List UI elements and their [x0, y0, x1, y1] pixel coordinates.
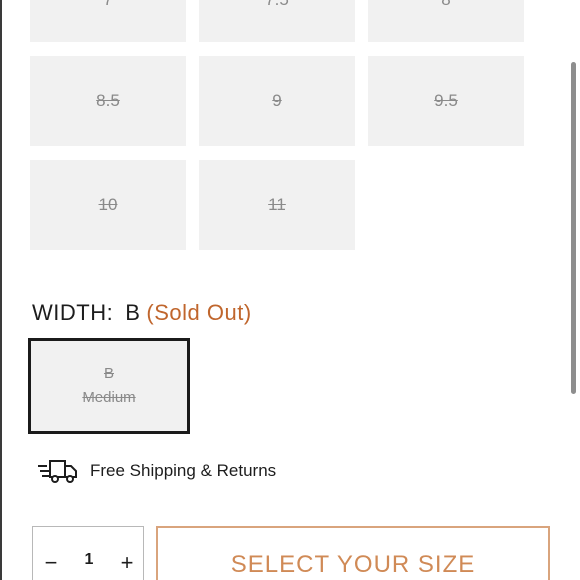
size-option-8-5[interactable]: 8.5 [30, 56, 186, 146]
shipping-info: Free Shipping & Returns [38, 458, 276, 484]
decrease-quantity-button[interactable]: − [37, 549, 65, 577]
width-label: WIDTH: [32, 300, 114, 325]
size-option-9-5[interactable]: 9.5 [368, 56, 524, 146]
width-option-code: B [103, 365, 114, 382]
product-options-panel: 7 7.5 8 8.5 9 9.5 10 11 WIDTH:B(Sold Out… [0, 0, 580, 580]
increase-quantity-button[interactable]: + [113, 549, 141, 577]
size-option-label: 8.5 [96, 91, 120, 110]
quantity-stepper: − 1 + [32, 526, 144, 580]
plus-icon: + [120, 550, 134, 575]
width-heading: WIDTH: B (Sold Out) [32, 300, 252, 326]
size-option-label: 7 [103, 0, 112, 10]
width-selected-value: B [125, 300, 141, 325]
delivery-truck-icon [38, 460, 77, 483]
width-option-b-medium[interactable]: B Medium [28, 338, 190, 434]
quantity-input[interactable]: 1 [73, 551, 105, 569]
size-option-label: 7.5 [265, 0, 289, 10]
select-size-button[interactable]: SELECT YOUR SIZE [156, 526, 550, 580]
size-option-label: 8 [441, 0, 450, 10]
size-option-11[interactable]: 11 [199, 160, 355, 250]
select-size-label: SELECT YOUR SIZE [230, 551, 476, 578]
size-option-8[interactable]: 8 [368, 0, 524, 42]
size-option-label: 10 [98, 195, 118, 214]
width-option-name: Medium [82, 389, 136, 406]
size-option-label: 9.5 [434, 91, 458, 110]
left-border [0, 0, 2, 580]
size-option-10[interactable]: 10 [30, 160, 186, 250]
size-option-7[interactable]: 7 [30, 0, 186, 42]
minus-icon: − [44, 550, 58, 575]
scrollbar[interactable] [571, 62, 576, 394]
size-option-label: 11 [268, 195, 286, 214]
size-option-7-5[interactable]: 7.5 [199, 0, 355, 42]
shipping-text: Free Shipping & Returns [90, 461, 277, 480]
sold-out-status: (Sold Out) [146, 300, 252, 325]
size-option-label: 9 [272, 91, 282, 110]
size-option-9[interactable]: 9 [199, 56, 355, 146]
